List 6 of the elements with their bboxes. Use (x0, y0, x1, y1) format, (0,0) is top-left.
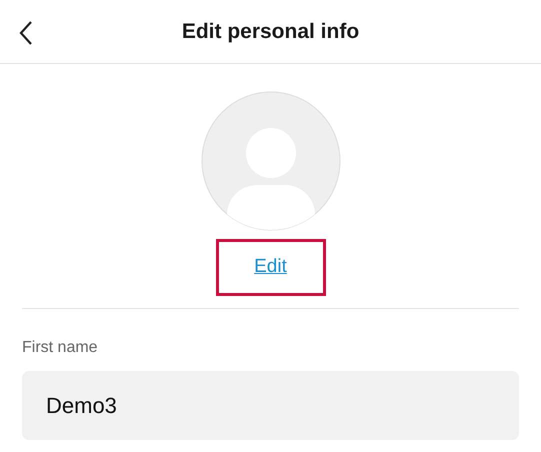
avatar-placeholder-icon (200, 91, 340, 231)
page-title: Edit personal info (182, 18, 360, 45)
back-icon (18, 20, 34, 46)
edit-link[interactable]: Edit (254, 253, 287, 282)
field-label: First name (22, 338, 99, 358)
first-name-field[interactable]: Demo3 (22, 371, 519, 440)
